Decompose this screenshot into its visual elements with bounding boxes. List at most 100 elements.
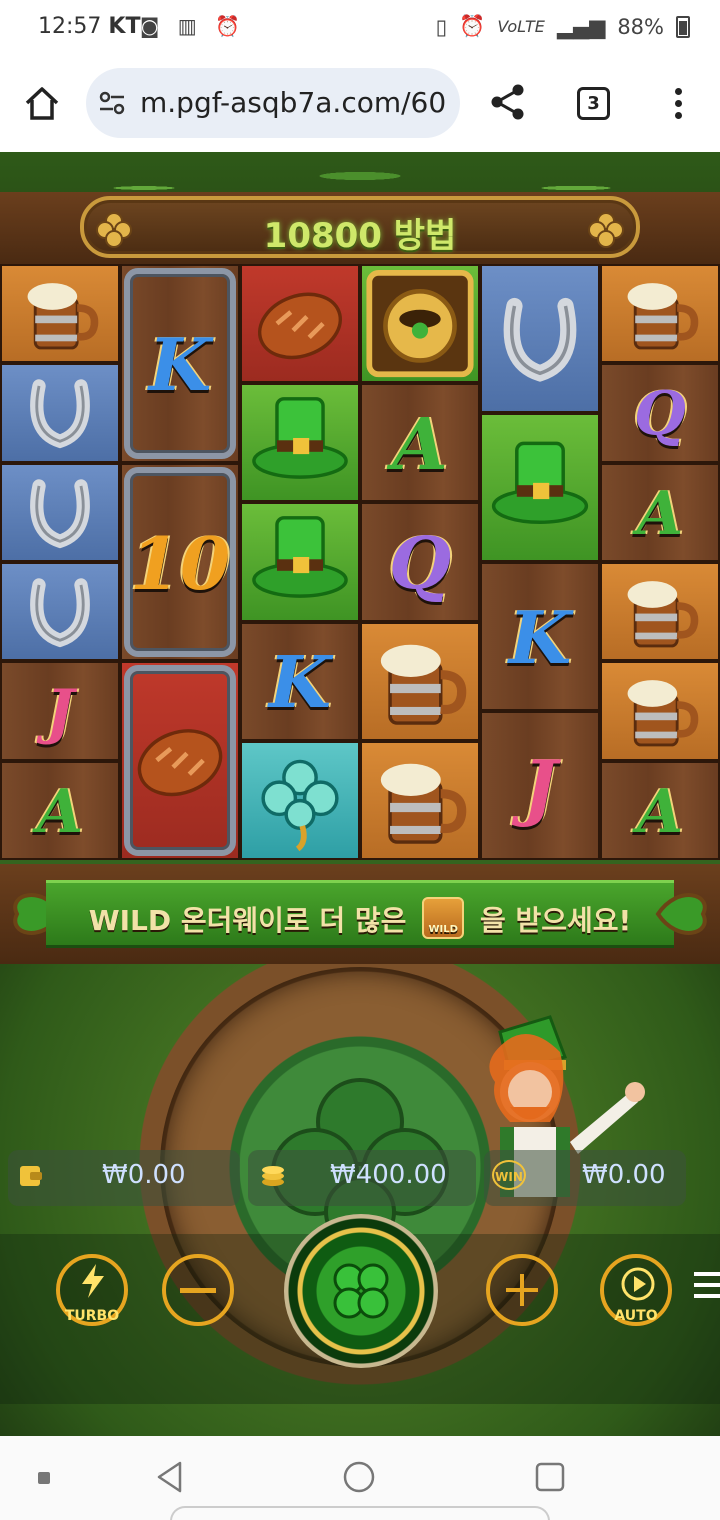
gesture-handle xyxy=(170,1506,550,1520)
horseshoe-icon xyxy=(30,478,90,548)
beer-mug-icon xyxy=(627,680,699,747)
back-icon[interactable] xyxy=(154,1460,186,1494)
wild-symbol-icon: WILD xyxy=(422,897,465,939)
reel-symbol-clover xyxy=(240,740,360,860)
top-hat-icon xyxy=(252,516,348,599)
reel-symbol-beer-mug xyxy=(360,621,480,741)
reel-symbol-beer-mug xyxy=(600,264,720,364)
reel-grid: J A K 10 K A Q K J Q A A xyxy=(0,264,720,860)
reel-symbol-bread xyxy=(240,264,360,384)
reel-symbol-beer-mug xyxy=(600,562,720,662)
reel-symbol-horseshoe xyxy=(0,562,120,662)
reel-symbol-A: A xyxy=(600,760,720,860)
overflow-menu-icon[interactable] xyxy=(666,84,690,124)
symbol-letter: J xyxy=(522,744,558,830)
decrease-bet-button[interactable] xyxy=(162,1254,234,1326)
clover-ornament-icon xyxy=(588,212,624,248)
system-nav-bar xyxy=(0,1436,720,1520)
vibrate-icon: ▯ xyxy=(435,14,448,39)
top-hat-icon xyxy=(252,397,348,480)
turbo-button[interactable]: TURBO xyxy=(56,1254,128,1326)
battery-icon xyxy=(676,15,690,38)
recents-icon[interactable] xyxy=(534,1461,566,1493)
reel-symbol-K: K xyxy=(480,562,600,711)
minus-icon xyxy=(180,1288,216,1293)
reel-symbol-J: J xyxy=(0,661,120,761)
status-bar: 12:57 KT ◙ ▥ ⏰ ▯ ⏰ VoLTE ▂▄▆ 88% xyxy=(0,0,720,56)
bread-icon xyxy=(137,729,223,797)
lightning-icon xyxy=(82,1264,104,1298)
reel-symbol-A: A xyxy=(0,760,120,860)
reel-symbol-Q: Q xyxy=(600,363,720,463)
reel-symbol-beer-mug xyxy=(0,264,120,364)
reel-symbol-horseshoe xyxy=(0,363,120,463)
banner-text: WILD 온더웨이로 더 많은 WILD 을 받으세요! xyxy=(46,897,674,943)
symbol-letter: K xyxy=(508,595,572,681)
reel-symbol-beer-mug xyxy=(600,661,720,761)
bread-icon xyxy=(257,292,343,360)
symbol-letter: A xyxy=(636,776,684,847)
volte-icon: VoLTE xyxy=(497,17,545,36)
beer-mug-icon xyxy=(27,283,99,350)
wallet-icon xyxy=(20,1166,42,1186)
pot-of-gold-icon xyxy=(366,270,474,378)
reel-symbol-K: K xyxy=(120,264,240,463)
four-leaf-clover-icon xyxy=(333,1263,389,1319)
signal-icon: ▂▄▆ xyxy=(556,14,606,39)
status-time: 12:57 KT xyxy=(38,14,141,39)
reel-symbol-beer-mug xyxy=(360,740,480,860)
home-icon[interactable] xyxy=(22,84,62,124)
status-right: ▯ ⏰ VoLTE ▂▄▆ 88% xyxy=(436,14,690,39)
reel-symbol-K: K xyxy=(240,621,360,741)
beer-mug-icon xyxy=(380,644,467,725)
beer-mug-icon xyxy=(627,283,699,350)
symbol-letter: 10 xyxy=(129,520,231,606)
alarm-icon: ⏰ xyxy=(459,14,486,38)
win-panel: WIN ₩0.00 xyxy=(484,1150,686,1206)
home-nav-icon[interactable] xyxy=(342,1460,376,1494)
notification-icons: ◙ ▥ ⏰ xyxy=(140,14,246,38)
tab-switcher-button[interactable]: 3 xyxy=(577,87,610,120)
horseshoe-icon xyxy=(30,578,90,648)
play-icon xyxy=(621,1267,655,1301)
spin-button[interactable] xyxy=(284,1214,438,1368)
ways-count: 10800 방법 xyxy=(263,216,457,256)
balance-value: ₩0.00 xyxy=(102,1160,186,1190)
nav-dot-icon xyxy=(38,1472,50,1484)
symbol-letter: A xyxy=(392,401,448,486)
reel-symbol-top-hat xyxy=(240,383,360,503)
top-hat-icon xyxy=(491,441,589,525)
increase-bet-button[interactable] xyxy=(486,1254,558,1326)
plus-icon xyxy=(506,1274,538,1306)
symbol-letter: J xyxy=(45,677,75,748)
coins-icon xyxy=(262,1166,284,1186)
symbol-letter: A xyxy=(636,478,684,549)
bet-panel[interactable]: ₩400.00 xyxy=(248,1150,476,1206)
reel-symbol-10: 10 xyxy=(120,462,240,662)
auto-spin-button[interactable]: AUTO xyxy=(600,1254,672,1326)
reel-symbol-A: A xyxy=(360,383,480,503)
site-settings-icon[interactable] xyxy=(98,91,126,115)
promo-banner: WILD 온더웨이로 더 많은 WILD 을 받으세요! xyxy=(0,864,720,964)
balance-panel[interactable]: ₩0.00 xyxy=(8,1150,240,1206)
game-menu-icon[interactable] xyxy=(694,1272,720,1302)
clover-leaf-ornament-icon xyxy=(655,893,707,935)
horseshoe-icon xyxy=(503,297,577,382)
reel-symbol-pot-of-gold xyxy=(360,264,480,384)
win-value: ₩0.00 xyxy=(582,1160,666,1190)
reel-symbol-Q: Q xyxy=(360,502,480,622)
share-icon[interactable] xyxy=(488,82,528,122)
battery-percent: 88% xyxy=(617,14,664,39)
beer-mug-icon xyxy=(627,581,699,648)
horseshoe-icon xyxy=(30,379,90,449)
beer-mug-icon xyxy=(380,763,467,844)
reel-symbol-J: J xyxy=(480,711,600,860)
banner-plank: WILD 온더웨이로 더 많은 WILD 을 받으세요! xyxy=(46,880,674,948)
symbol-letter: Q xyxy=(388,521,452,606)
reel-symbol-top-hat xyxy=(480,413,600,562)
browser-toolbar: m.pgf-asqb7a.com/60 3 xyxy=(0,56,720,152)
bet-value: ₩400.00 xyxy=(330,1160,447,1190)
auto-label: AUTO xyxy=(614,1308,658,1324)
address-bar[interactable]: m.pgf-asqb7a.com/60 xyxy=(86,68,460,138)
win-badge-icon: WIN xyxy=(492,1160,526,1190)
